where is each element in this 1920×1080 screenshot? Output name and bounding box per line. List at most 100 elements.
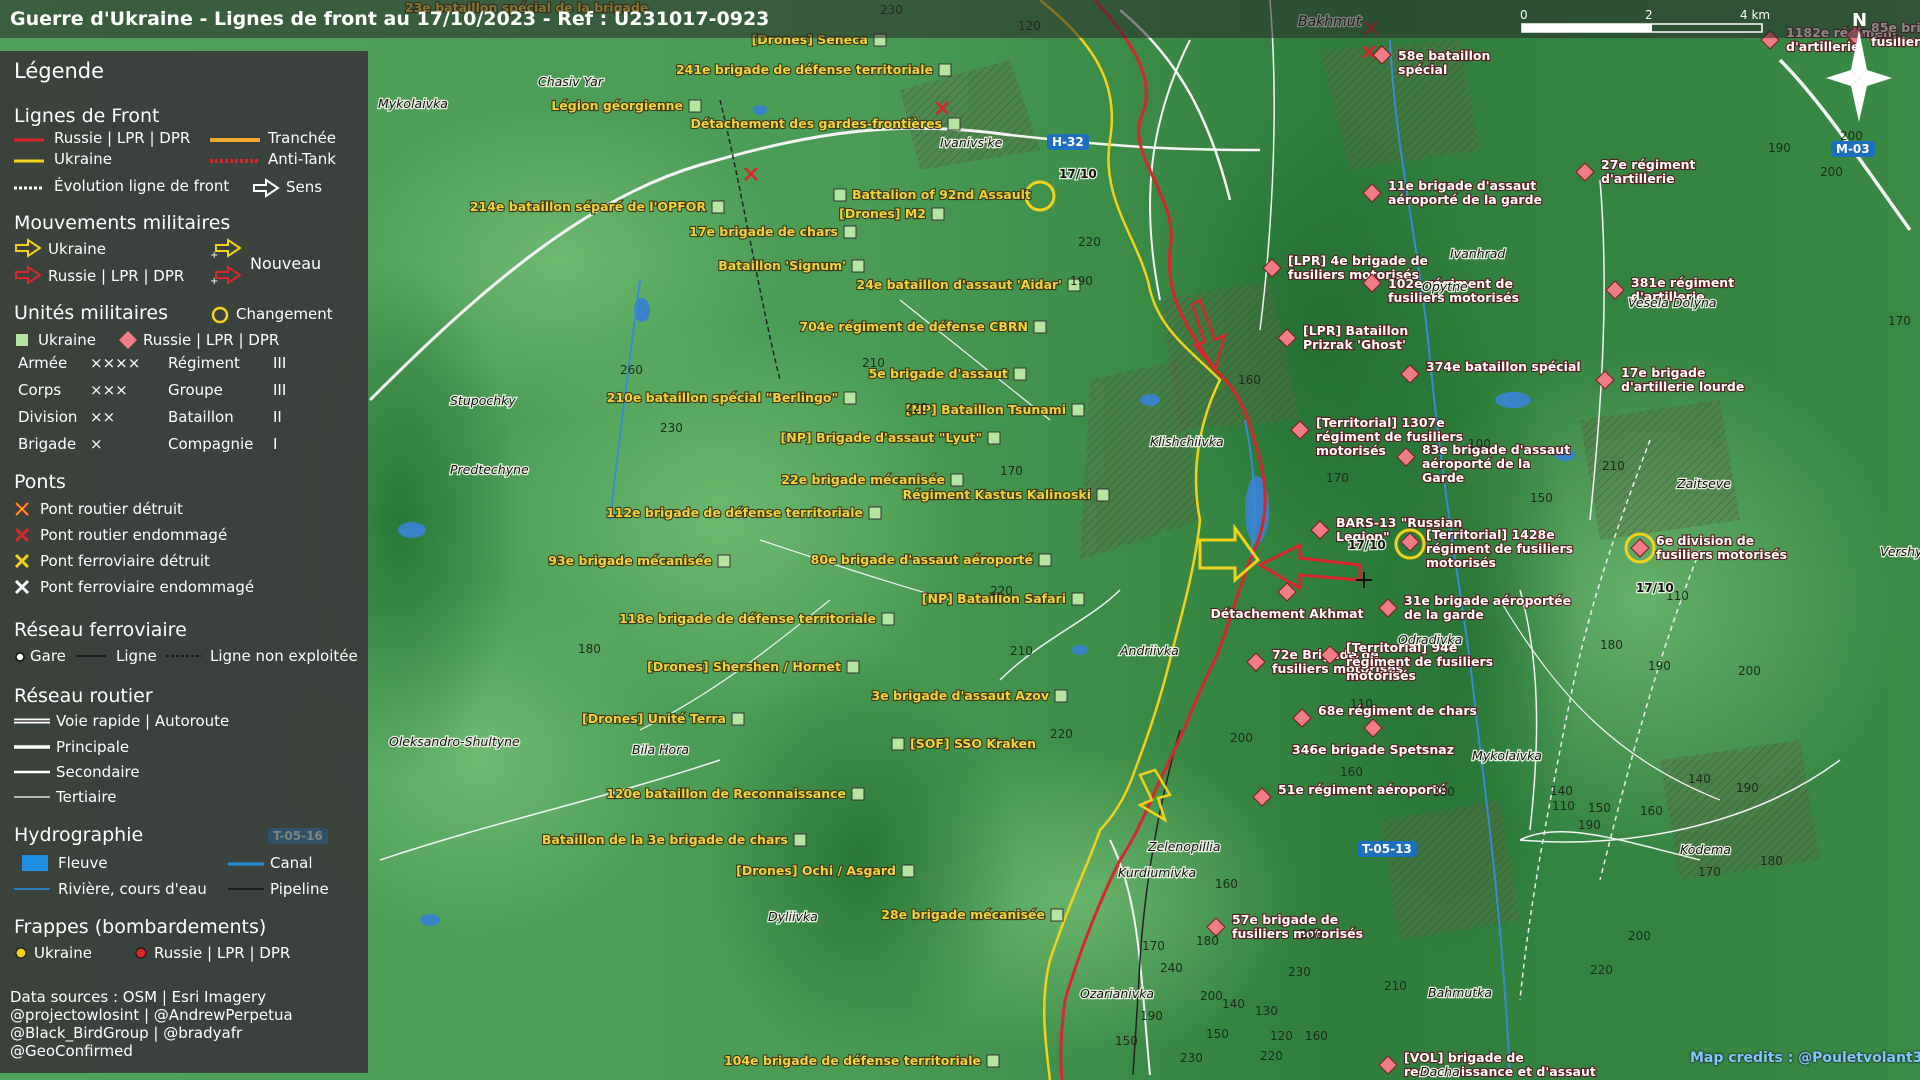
ukraine-unit-marker[interactable]: [843, 391, 857, 405]
russia-unit-label: d'artillerie lourde: [1621, 379, 1744, 394]
ukraine-unit-marker[interactable]: [688, 99, 702, 113]
elevation-label: 180: [1600, 638, 1623, 652]
ukraine-unit-marker[interactable]: [793, 833, 807, 847]
ukraine-unit-marker[interactable]: [731, 712, 745, 726]
legend-front-trench: Tranchée: [268, 129, 337, 147]
elevation-label: 200: [1628, 929, 1651, 943]
legend-rail-station: Gare: [30, 647, 66, 665]
ukraine-unit-marker[interactable]: [868, 506, 882, 520]
ukraine-unit-marker[interactable]: [717, 554, 731, 568]
ukraine-unit-marker[interactable]: [851, 259, 865, 273]
ukraine-unit-marker[interactable]: [833, 188, 847, 202]
russia-unit-label: 51e régiment aéroporté: [1278, 782, 1447, 797]
elevation-label: 150: [1588, 801, 1611, 815]
ukraine-unit-label: [NP] Brigade d'assaut "Lyut": [781, 430, 982, 445]
ukraine-unit-marker[interactable]: [711, 200, 725, 214]
ukraine-unit-label: 24e bataillon d'assaut 'Aidar': [856, 277, 1062, 292]
ukraine-unit-label: 93e brigade mécanisée: [548, 553, 712, 568]
elevation-label: 190: [1578, 818, 1601, 832]
elevation-label: 150: [1115, 1034, 1138, 1048]
elevation-label: 160: [1238, 373, 1261, 387]
legend-bridges-title: Ponts: [14, 471, 66, 493]
ukraine-unit-marker[interactable]: [1038, 553, 1052, 567]
ukraine-unit-label: 28e brigade mécanisée: [881, 907, 1045, 922]
direction-arrow-icon: [253, 178, 280, 198]
legend-bridge-1: Pont routier endommagé: [40, 526, 228, 544]
elevation-label: 230: [660, 421, 683, 435]
ukraine-unit-marker[interactable]: [1054, 689, 1068, 703]
ukraine-unit-marker[interactable]: [986, 1054, 1000, 1068]
ukraine-unit-marker[interactable]: [947, 117, 961, 131]
elevation-label: 220: [1078, 235, 1101, 249]
ukraine-move-arrow-icon: [15, 238, 42, 258]
legend-heading: Légende: [14, 59, 105, 83]
elevation-label: 180: [1432, 785, 1455, 799]
ukraine-unit-label: 214e bataillon séparé de l'OPFOR: [470, 199, 707, 214]
data-source-line-2: @Black_BirdGroup | @bradyafr: [10, 1024, 243, 1042]
ukraine-unit-marker[interactable]: [846, 660, 860, 674]
legend-echelon-name: Bataillon: [168, 408, 234, 426]
legend-echelon-name: Armée: [18, 354, 68, 372]
elevation-label: 210: [1602, 459, 1625, 473]
russia-unit-label: 17e brigade: [1621, 365, 1705, 380]
ukraine-unit-marker[interactable]: [891, 737, 905, 751]
place-label: Zelenopillia: [1147, 839, 1220, 854]
ukraine-unit-marker[interactable]: [1071, 592, 1085, 606]
elevation-label: 230: [1180, 1051, 1203, 1065]
place-label: Chasiv Yar: [538, 74, 604, 89]
elevation-label: 140: [1222, 997, 1245, 1011]
change-date-label: 17/10: [1348, 538, 1386, 552]
elevation-label: 190: [1648, 659, 1671, 673]
elevation-label: 190: [1140, 1009, 1163, 1023]
tertiary-road-icon: [14, 796, 50, 798]
russia-unit-label: [Territorial] 1307e: [1316, 415, 1445, 430]
ukraine-unit-label: [SOF] SSO Kraken: [910, 736, 1036, 751]
highway-icon: [14, 718, 50, 724]
ukraine-unit-marker[interactable]: [931, 207, 945, 221]
russia-unit-label: 27e régiment: [1601, 157, 1696, 172]
ukraine-unit-label: Légion géorgienne: [551, 98, 683, 113]
ukraine-unit-marker[interactable]: [851, 787, 865, 801]
ukraine-unit-marker[interactable]: [938, 63, 952, 77]
russia-unit-label: 11e brigade d'assaut: [1388, 178, 1536, 193]
ukraine-unit-marker[interactable]: [881, 612, 895, 626]
ukraine-unit-label: 120e bataillon de Reconnaissance: [606, 786, 846, 801]
legend-hydro-river: Rivière, cours d'eau: [58, 880, 207, 898]
ukraine-unit-marker[interactable]: [1013, 367, 1027, 381]
legend-strikes-ukraine: Ukraine: [34, 944, 92, 962]
ukraine-unit-label: 704e régiment de défense CBRN: [799, 319, 1028, 334]
russia-unit-label: 31e brigade aéroportée: [1404, 593, 1571, 608]
elevation-label: 210: [1010, 644, 1033, 658]
ukraine-unit-marker[interactable]: [1071, 403, 1085, 417]
ukraine-line-icon: [14, 159, 44, 163]
road-badge-m-03: M-03: [1831, 141, 1875, 157]
rail-line-icon: [76, 655, 106, 657]
scale-label-0: 0: [1520, 8, 1528, 22]
ukraine-unit-marker[interactable]: [987, 431, 1001, 445]
ukraine-unit-marker[interactable]: [1050, 908, 1064, 922]
ukraine-unit-marker[interactable]: [1033, 320, 1047, 334]
ukraine-unit-marker[interactable]: [901, 864, 915, 878]
ukraine-unit-marker[interactable]: [843, 225, 857, 239]
elevation-label: 200: [1300, 927, 1323, 941]
elevation-label: 160: [1640, 804, 1663, 818]
ukraine-unit-marker[interactable]: [950, 473, 964, 487]
ukraine-unit-label: 3e brigade d'assaut Azov: [871, 688, 1049, 703]
place-label: Odradivka: [1398, 632, 1462, 647]
ukraine-unit-label: Bataillon de la 3e brigade de chars: [542, 832, 788, 847]
russia-unit-label: motorisés: [1346, 668, 1416, 683]
new-move-arrows-icon: ++: [210, 238, 242, 286]
ukraine-unit-marker[interactable]: [1096, 488, 1110, 502]
place-label: Zaitseve: [1676, 476, 1731, 491]
elevation-label: 200: [1230, 731, 1253, 745]
elevation-label: 220: [990, 584, 1013, 598]
russia-unit-label: Détachement Akhmat: [1210, 606, 1363, 621]
place-label: Bila Hora: [632, 742, 689, 757]
russia-strike-icon: [135, 947, 147, 959]
legend-bridge-0: Pont routier détruit: [40, 500, 183, 518]
legend-road-1: Principale: [56, 738, 130, 756]
elevation-label: 200: [1820, 165, 1843, 179]
svg-text:+: +: [210, 250, 218, 261]
legend-rail-unused: Ligne non exploitée: [210, 647, 358, 665]
russia-unit-label: 374e bataillon spécial: [1426, 359, 1581, 374]
